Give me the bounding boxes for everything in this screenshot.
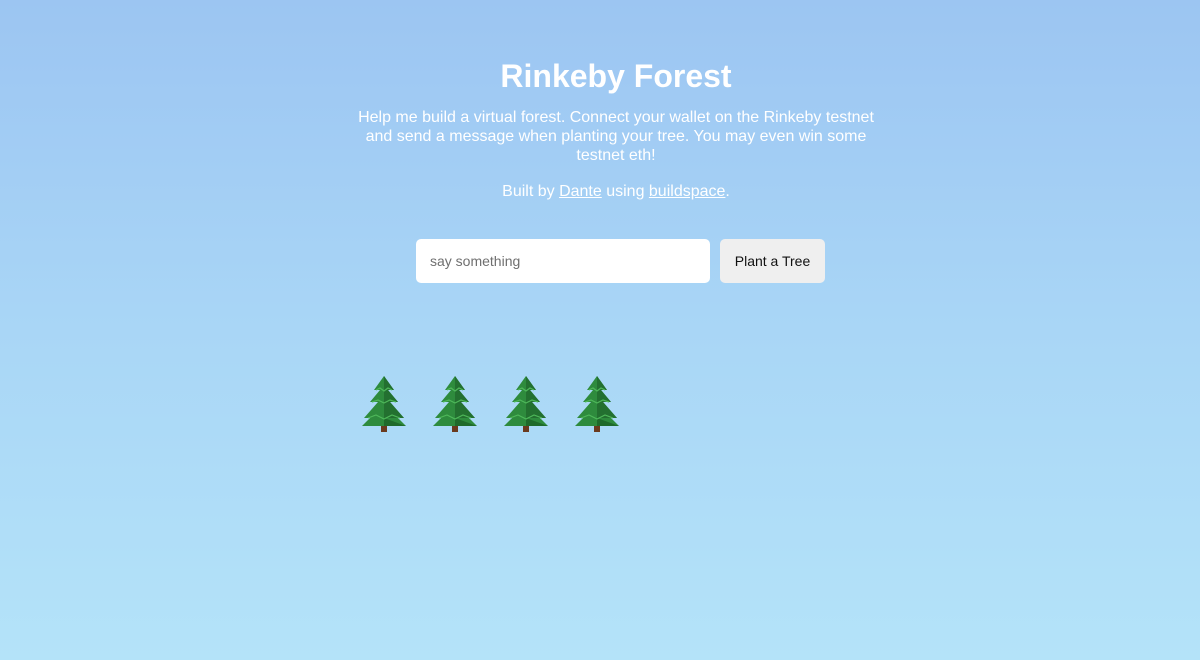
plant-form: Plant a Tree (416, 239, 825, 283)
evergreen-tree-icon (362, 376, 406, 432)
message-input[interactable] (416, 239, 710, 283)
author-link[interactable]: Dante (559, 183, 602, 200)
page-description: Help me build a virtual forest. Connect … (358, 109, 874, 164)
byline-suffix: . (725, 183, 730, 200)
app-container: Rinkeby Forest Help me build a virtual f… (0, 0, 1200, 660)
evergreen-tree-icon (575, 376, 619, 432)
evergreen-tree-icon (433, 376, 477, 432)
byline: Built by Dante using buildspace. (0, 182, 1200, 201)
byline-middle: using (601, 183, 649, 200)
page-title: Rinkeby Forest (500, 58, 732, 94)
evergreen-tree-icon (504, 376, 548, 432)
byline-prefix: Built by (502, 183, 560, 200)
forest (358, 374, 623, 434)
buildspace-link[interactable]: buildspace (649, 183, 726, 200)
plant-tree-button[interactable]: Plant a Tree (720, 239, 825, 283)
